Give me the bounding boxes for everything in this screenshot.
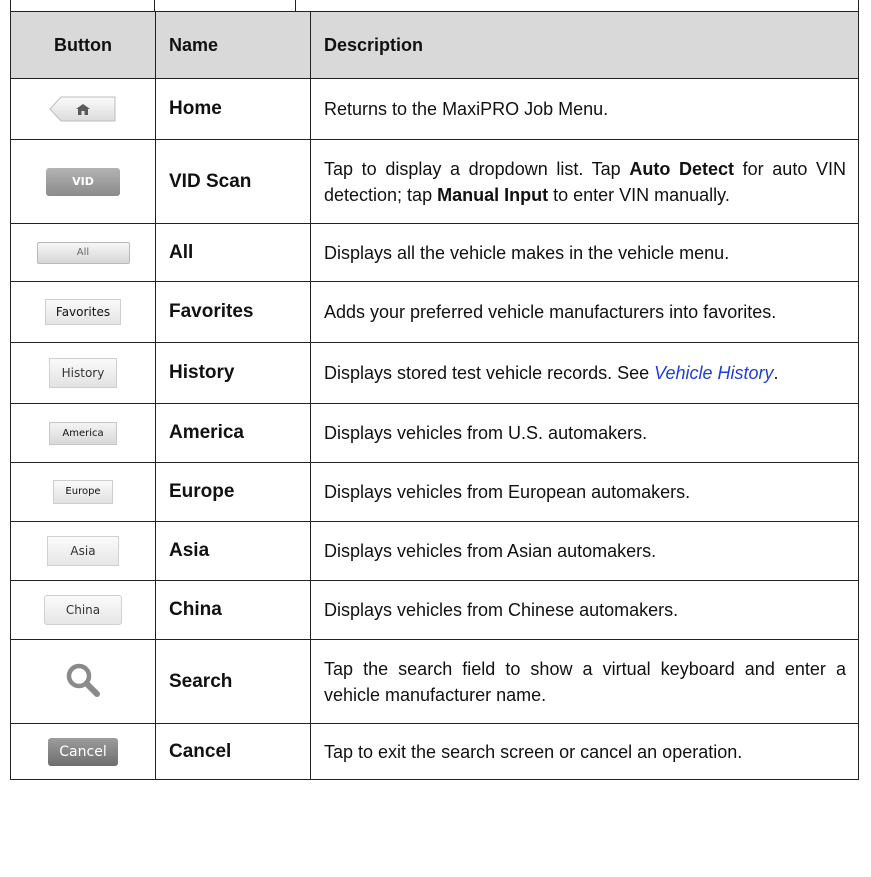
button-table: Button Name Description Home Returns to … [10, 11, 859, 780]
row-name: Asia [155, 521, 311, 581]
table-row: Asia Asia Displays vehicles from Asian a… [10, 521, 859, 581]
cancel-button-icon[interactable]: Cancel [48, 737, 118, 766]
row-description: Displays vehicles from U.S. automakers. [310, 403, 859, 463]
table-row: VID VID Scan Tap to display a dropdown l… [10, 139, 859, 224]
asia-button-icon[interactable]: Asia [47, 536, 119, 566]
table-row: Favorites Favorites Adds your preferred … [10, 281, 859, 343]
europe-button-icon[interactable]: Europe [53, 480, 113, 504]
table-header-row: Button Name Description [10, 11, 859, 79]
row-name: Favorites [155, 281, 311, 343]
vehicle-history-link[interactable]: Vehicle History [654, 363, 773, 383]
row-description: Displays vehicles from Asian automakers. [310, 521, 859, 581]
row-description: Tap the search field to show a virtual k… [310, 639, 859, 724]
row-description: Tap to display a dropdown list. Tap Auto… [310, 139, 859, 224]
header-name: Name [155, 11, 311, 79]
table-row: All All Displays all the vehicle makes i… [10, 223, 859, 282]
history-button-icon[interactable]: History [49, 358, 117, 388]
row-name: VID Scan [155, 139, 311, 224]
row-name: Search [155, 639, 311, 724]
row-name: America [155, 403, 311, 463]
row-description: Adds your preferred vehicle manufacturer… [310, 281, 859, 343]
row-name: Home [155, 78, 311, 140]
row-description: Tap to exit the search screen or cancel … [310, 723, 859, 780]
row-description: Displays all the vehicle makes in the ve… [310, 223, 859, 282]
table-row: China China Displays vehicles from Chine… [10, 580, 859, 640]
table-row: Search Tap the search field to show a vi… [10, 639, 859, 724]
table-row: Cancel Cancel Tap to exit the search scr… [10, 723, 859, 780]
row-name: Cancel [155, 723, 311, 780]
favorites-button-icon[interactable]: Favorites [45, 299, 121, 325]
header-button: Button [10, 11, 156, 79]
all-button-icon[interactable]: All [36, 241, 130, 264]
table-row: Europe Europe Displays vehicles from Eur… [10, 462, 859, 522]
header-description: Description [310, 11, 859, 79]
home-button-icon[interactable] [49, 96, 117, 122]
table-row: America America Displays vehicles from U… [10, 403, 859, 463]
row-description: Displays vehicles from European automake… [310, 462, 859, 522]
vid-scan-button-icon[interactable]: VID [46, 167, 120, 196]
row-name: China [155, 580, 311, 640]
china-button-icon[interactable]: China [44, 595, 122, 625]
row-description: Returns to the MaxiPRO Job Menu. [310, 78, 859, 140]
row-description: Displays vehicles from Chinese automaker… [310, 580, 859, 640]
row-name: Europe [155, 462, 311, 522]
row-description: Displays stored test vehicle records. Se… [310, 342, 859, 404]
table-row: History History Displays stored test veh… [10, 342, 859, 404]
search-icon[interactable] [64, 661, 102, 703]
row-name: History [155, 342, 311, 404]
top-rule [10, 0, 859, 11]
america-button-icon[interactable]: America [49, 421, 117, 445]
table-row: Home Returns to the MaxiPRO Job Menu. [10, 78, 859, 140]
row-name: All [155, 223, 311, 282]
